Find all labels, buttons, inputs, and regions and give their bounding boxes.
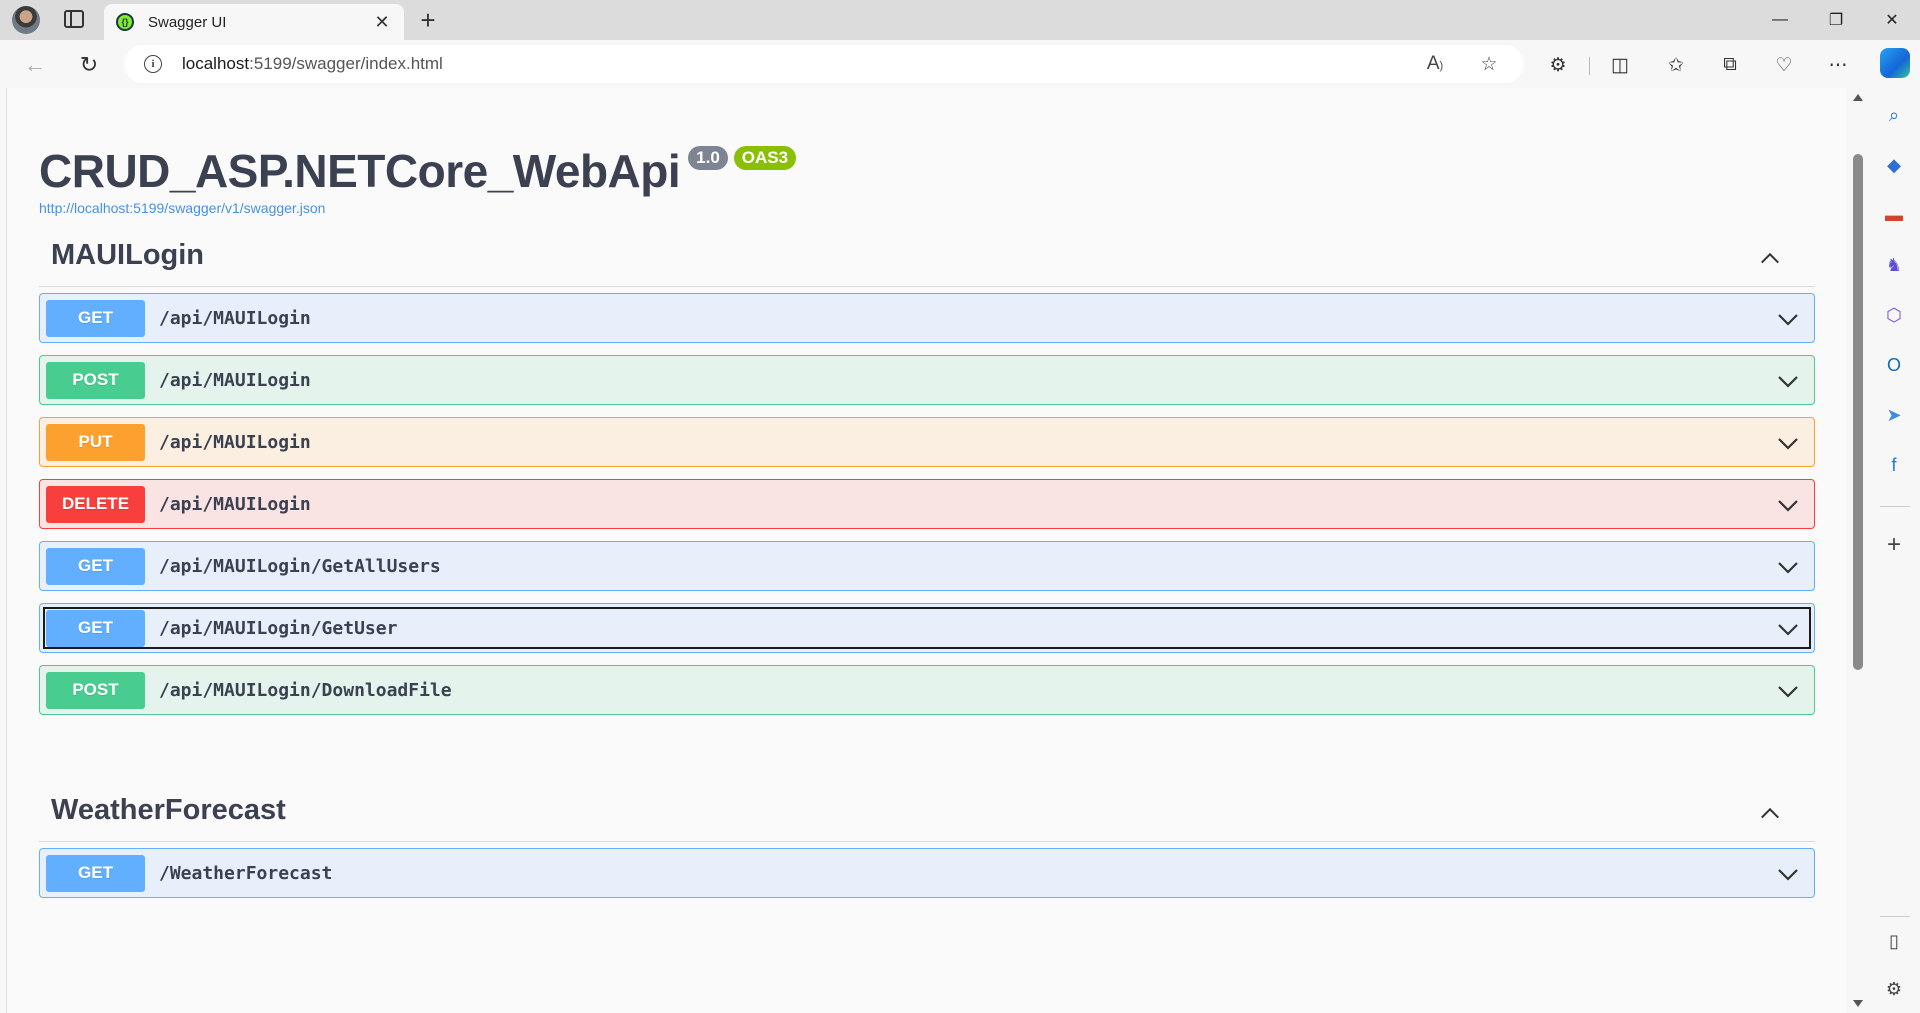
scroll-up-arrow-icon[interactable] — [1853, 94, 1863, 101]
operation-path: /api/MAUILogin — [159, 431, 311, 453]
edge-sidebar: ⌕ ◆ ▬ ♞ ⬡ O ➤ f + ▯ ⚙ — [1870, 88, 1920, 1013]
version-badge: 1.0 — [688, 146, 728, 170]
tab-close-icon[interactable]: ✕ — [372, 12, 392, 33]
operation-path: /api/MAUILogin/DownloadFile — [159, 679, 452, 701]
restore-button[interactable]: ❐ — [1808, 0, 1864, 40]
games-icon[interactable]: ♞ — [1881, 252, 1907, 278]
split-screen-icon[interactable]: ◫ — [1604, 49, 1636, 81]
sidebar-divider-bottom — [1880, 916, 1910, 917]
method-badge: GET — [46, 299, 145, 337]
expand-chevron-down-icon[interactable] — [1776, 555, 1800, 579]
spec-json-link[interactable]: http://localhost:5199/swagger/v1/swagger… — [39, 200, 796, 216]
method-badge: POST — [46, 361, 145, 399]
operation-row[interactable]: GET /api/MAUILogin — [39, 293, 1815, 343]
sidebar-divider — [1880, 506, 1910, 507]
outlook-icon[interactable]: O — [1881, 352, 1907, 378]
sidebar-settings-icon[interactable]: ⚙ — [1881, 976, 1907, 1002]
operation-path: /WeatherForecast — [159, 862, 333, 884]
operation-path: /api/MAUILogin — [159, 493, 311, 515]
expand-chevron-down-icon[interactable] — [1776, 369, 1800, 393]
browser-essentials-icon[interactable]: ♡ — [1768, 49, 1800, 81]
collections-icon[interactable]: ⧉ — [1714, 49, 1746, 81]
operation-row[interactable]: PUT /api/MAUILogin — [39, 417, 1815, 467]
browser-tab-bar: {} Swagger UI ✕ + — ❐ ✕ — [0, 0, 1920, 40]
tools-icon[interactable]: ▬ — [1881, 202, 1907, 228]
url-path: :5199/swagger/index.html — [249, 54, 443, 73]
swagger-favicon-icon: {} — [116, 13, 134, 31]
collapse-chevron-up-icon[interactable] — [1759, 802, 1781, 824]
scroll-thumb[interactable] — [1853, 154, 1863, 670]
method-badge: GET — [46, 609, 145, 647]
expand-chevron-down-icon[interactable] — [1776, 493, 1800, 517]
shopping-tag-icon[interactable]: ◆ — [1881, 152, 1907, 178]
window-controls: — ❐ ✕ — [1752, 0, 1920, 40]
operation-row[interactable]: GET /api/MAUILogin/GetAllUsers — [39, 541, 1815, 591]
tag-section-mauilogin: MAUILogin GET /api/MAUILogin POST /api/M… — [39, 225, 1815, 715]
address-toolbar: ← ↻ i localhost:5199/swagger/index.html … — [0, 40, 1920, 88]
method-badge: DELETE — [46, 485, 145, 523]
api-info: CRUD_ASP.NETCore_WebApi 1.0 OAS3 http://… — [39, 144, 797, 216]
minimize-button[interactable]: — — [1752, 0, 1808, 40]
tag-section-weatherforecast: WeatherForecast GET /WeatherForecast — [39, 780, 1815, 898]
browser-tab-swagger[interactable]: {} Swagger UI ✕ — [104, 4, 404, 40]
tag-title: MAUILogin — [51, 239, 205, 271]
method-badge: POST — [46, 671, 145, 709]
tab-actions-icon[interactable] — [64, 10, 84, 28]
operation-row[interactable]: POST /api/MAUILogin — [39, 355, 1815, 405]
hide-sidebar-icon[interactable]: ▯ — [1881, 928, 1907, 954]
tab-title: Swagger UI — [148, 13, 227, 31]
back-button[interactable]: ← — [20, 50, 50, 80]
operation-row[interactable]: DELETE /api/MAUILogin — [39, 479, 1815, 529]
close-window-button[interactable]: ✕ — [1864, 0, 1920, 40]
expand-chevron-down-icon[interactable] — [1776, 862, 1800, 886]
site-info-icon[interactable]: i — [144, 55, 162, 73]
microsoft-365-icon[interactable]: ⬡ — [1881, 302, 1907, 328]
toolbar-divider — [1589, 57, 1590, 75]
copilot-icon[interactable] — [1880, 48, 1910, 78]
tag-header[interactable]: MAUILogin — [39, 225, 1815, 287]
operation-row[interactable]: POST /api/MAUILogin/DownloadFile — [39, 665, 1815, 715]
method-badge: PUT — [46, 423, 145, 461]
add-sidebar-item-icon[interactable]: + — [1881, 531, 1907, 558]
operation-row-focused[interactable]: GET /api/MAUILogin/GetUser — [39, 603, 1815, 653]
expand-chevron-down-icon[interactable] — [1776, 431, 1800, 455]
tag-header[interactable]: WeatherForecast — [39, 780, 1815, 842]
extensions-icon[interactable]: ⚙ — [1542, 49, 1574, 81]
favorites-icon[interactable]: ✩ — [1660, 49, 1692, 81]
url-host: localhost — [182, 54, 250, 73]
read-aloud-icon[interactable]: A) — [1420, 53, 1450, 75]
url-text[interactable]: localhost:5199/swagger/index.html — [182, 54, 1396, 74]
scroll-down-arrow-icon[interactable] — [1853, 1000, 1863, 1007]
page-scrollbar[interactable] — [1848, 88, 1868, 1013]
profile-avatar[interactable] — [12, 6, 40, 34]
new-tab-button[interactable]: + — [412, 4, 444, 36]
collapse-chevron-up-icon[interactable] — [1759, 247, 1781, 269]
favorite-star-icon[interactable]: ☆ — [1474, 53, 1504, 76]
more-menu-icon[interactable]: ⋯ — [1822, 49, 1854, 81]
swagger-page: CRUD_ASP.NETCore_WebApi 1.0 OAS3 http://… — [6, 88, 1846, 1013]
address-bar[interactable]: i localhost:5199/swagger/index.html A) ☆ — [124, 45, 1524, 83]
expand-chevron-down-icon[interactable] — [1776, 679, 1800, 703]
facebook-icon[interactable]: f — [1881, 452, 1907, 478]
method-badge: GET — [46, 854, 145, 892]
operation-path: /api/MAUILogin — [159, 307, 311, 329]
expand-chevron-down-icon[interactable] — [1776, 617, 1800, 641]
refresh-button[interactable]: ↻ — [74, 50, 104, 80]
search-icon[interactable]: ⌕ — [1881, 102, 1907, 128]
operation-path: /api/MAUILogin/GetAllUsers — [159, 555, 441, 577]
api-title: CRUD_ASP.NETCore_WebApi — [39, 145, 681, 197]
tag-title: WeatherForecast — [51, 794, 286, 826]
oas-badge: OAS3 — [733, 146, 797, 170]
method-badge: GET — [46, 547, 145, 585]
send-icon[interactable]: ➤ — [1881, 402, 1907, 428]
operation-row[interactable]: GET /WeatherForecast — [39, 848, 1815, 898]
expand-chevron-down-icon[interactable] — [1776, 307, 1800, 331]
operation-path: /api/MAUILogin/GetUser — [159, 617, 398, 639]
operation-path: /api/MAUILogin — [159, 369, 311, 391]
